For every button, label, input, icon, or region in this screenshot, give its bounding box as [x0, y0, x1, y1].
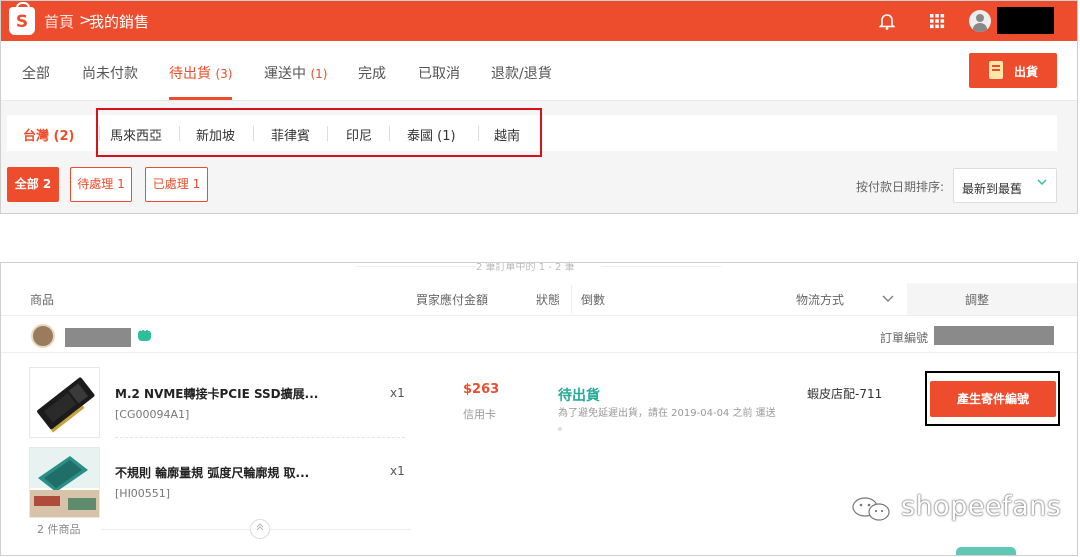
- breadcrumb-home-link[interactable]: 首頁: [44, 11, 74, 32]
- generate-tracking-number-button[interactable]: 產生寄件編號: [930, 381, 1056, 417]
- product-image-contour-gauge[interactable]: [29, 447, 100, 518]
- apps-grid-icon[interactable]: [927, 11, 947, 31]
- payment-method: 信用卡: [463, 408, 496, 421]
- redacted-buyer-name[interactable]: [65, 328, 131, 347]
- user-avatar-icon[interactable]: [969, 10, 991, 32]
- buyer-avatar[interactable]: [31, 324, 55, 348]
- adjust-column-header-bg: [907, 283, 1077, 315]
- product-quantity: x1: [390, 464, 405, 478]
- order-list-panel: 2 筆訂單中的 1 - 2 筆 商品 買家應付金額 狀態 倒數 物流方式 調整 …: [0, 262, 1078, 556]
- shopee-logo-icon[interactable]: S: [9, 2, 35, 35]
- column-header-adjust: 調整: [965, 293, 990, 307]
- sort-label: 按付款日期排序:: [856, 180, 945, 194]
- product-quantity: x1: [390, 386, 405, 400]
- column-header-status: 狀態: [536, 293, 561, 307]
- product-name[interactable]: 不規則 輪廓量規 弧度尺輪廓規 取...: [115, 464, 309, 481]
- filter-all[interactable]: 全部 2: [7, 167, 59, 202]
- divider: [601, 266, 721, 267]
- divider: [115, 437, 405, 438]
- top-header-bar: S 首頁 > 我的銷售: [1, 1, 1077, 41]
- wechat-watermark-icon: [851, 495, 895, 523]
- chat-icon[interactable]: [138, 326, 151, 341]
- order-number-label: 訂單編號: [880, 331, 929, 345]
- sort-dropdown[interactable]: 最新到最舊: [953, 168, 1057, 203]
- highlight-box-countries: [96, 108, 542, 157]
- logistics-method: 蝦皮店配-711: [807, 387, 883, 401]
- column-header-product: 商品: [30, 293, 55, 307]
- shipping-deadline-note: 為了避免延遲出貨，請在 2019-04-04 之前 運送 。: [558, 408, 776, 433]
- chevron-down-icon: [1036, 176, 1048, 191]
- filter-processed[interactable]: 已處理 1: [145, 167, 208, 202]
- collapse-up-icon[interactable]: [250, 519, 270, 539]
- document-icon: [989, 61, 1003, 79]
- tab-all[interactable]: 全部: [22, 63, 50, 83]
- tab-completed[interactable]: 完成: [358, 63, 386, 83]
- order-price: $263: [463, 382, 500, 397]
- seller-center-panel: S 首頁 > 我的銷售 全部 尚未付款 待出貨 (3) 運送中 (1) 完成 已…: [0, 0, 1078, 214]
- filter-pending[interactable]: 待處理 1: [70, 167, 132, 202]
- breadcrumb-current: 我的銷售: [89, 13, 150, 31]
- chevron-down-icon[interactable]: [881, 291, 895, 308]
- tab-unpaid[interactable]: 尚未付款: [82, 63, 138, 83]
- pager-text: 2 筆訂單中的 1 - 2 筆: [476, 262, 575, 273]
- tab-cancelled[interactable]: 已取消: [418, 63, 460, 83]
- product-image-nvme-adapter[interactable]: [29, 367, 100, 438]
- tab-shipping[interactable]: 運送中 (1): [264, 63, 327, 83]
- items-count: 2 件商品: [37, 523, 81, 536]
- column-header-countdown: 倒數: [581, 293, 606, 307]
- column-header-logistics: 物流方式: [796, 293, 845, 307]
- tab-to-ship[interactable]: 待出貨 (3): [169, 63, 232, 83]
- ship-button[interactable]: 出貨: [969, 53, 1057, 88]
- country-taiwan[interactable]: 台灣 (2): [23, 125, 74, 144]
- active-tab-indicator: [169, 97, 232, 100]
- partial-teal-element: [956, 547, 1016, 555]
- divider: [571, 285, 572, 313]
- order-buyer-row: 訂單編號: [1, 315, 1077, 353]
- order-status-tabs: 全部 尚未付款 待出貨 (3) 運送中 (1) 完成 已取消 退款/退貨 出貨: [1, 41, 1077, 101]
- order-status: 待出貨: [558, 388, 600, 404]
- redacted-order-number: [934, 326, 1054, 345]
- redacted-username[interactable]: [997, 7, 1054, 34]
- watermark-text: shopeefans: [901, 491, 1062, 522]
- tab-refund-return[interactable]: 退款/退貨: [491, 63, 552, 83]
- column-header-amount: 買家應付金額: [416, 293, 489, 307]
- product-sku: [HI00551]: [115, 487, 171, 500]
- divider: [356, 266, 476, 267]
- bell-icon[interactable]: [877, 11, 897, 31]
- product-name[interactable]: M.2 NVME轉接卡PCIE SSD擴展...: [115, 385, 318, 402]
- product-sku: [CG00094A1]: [115, 408, 190, 421]
